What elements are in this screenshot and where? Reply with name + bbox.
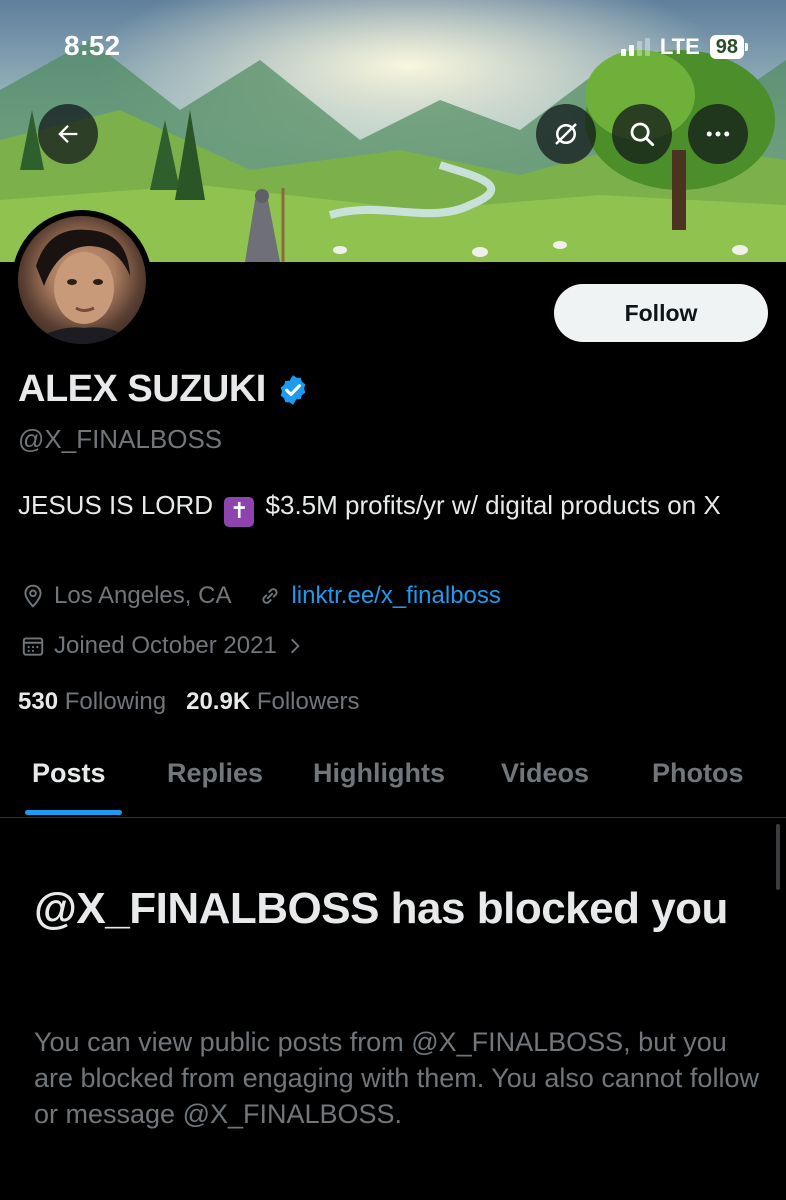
tab-replies[interactable]: Replies [167, 758, 263, 789]
profile-meta-row: Los Angeles, CA linktr.ee/x_finalboss [20, 582, 501, 610]
location-item: Los Angeles, CA [20, 582, 231, 610]
blocked-description: You can view public posts from @X_FINALB… [34, 1027, 759, 1129]
bio-text-2: $3.5M profits/yr w/ digital products on … [265, 490, 721, 520]
location-pin-icon [24, 584, 42, 608]
back-button[interactable] [38, 104, 98, 164]
follow-button[interactable]: Follow [554, 284, 768, 342]
blocked-title: @X_FINALBOSS has blocked you [34, 884, 728, 933]
status-time: 8:52 [64, 30, 121, 61]
more-icon [706, 131, 730, 137]
cross-emoji-icon: ✝ [224, 497, 255, 527]
following-stat[interactable]: 530 Following [18, 688, 166, 716]
avatar[interactable] [12, 210, 152, 350]
profile-name-row: ALEX SUZUKI [18, 368, 310, 411]
battery-level: 98 [709, 35, 744, 59]
followers-stat[interactable]: 20.9K Followers [186, 688, 359, 716]
tab-highlights[interactable]: Highlights [313, 758, 445, 789]
link-icon [262, 588, 278, 604]
verified-badge-icon[interactable] [276, 373, 310, 407]
tab-posts[interactable]: Posts [32, 758, 106, 789]
joined-text: Joined October 2021 [54, 632, 277, 659]
profile-handle: @X_FINALBOSS [18, 424, 223, 454]
active-tab-indicator [25, 810, 122, 815]
display-name: ALEX SUZUKI [18, 368, 266, 410]
tab-videos[interactable]: Videos [501, 758, 589, 789]
joined-row[interactable]: Joined October 2021 [20, 632, 305, 660]
search-button[interactable] [612, 104, 672, 164]
hide-button[interactable] [536, 104, 596, 164]
profile-tabs: Posts Replies Highlights Videos Photos [0, 740, 786, 818]
eye-off-icon [555, 123, 577, 145]
bio-text-1: JESUS IS LORD [18, 490, 214, 520]
calendar-icon [22, 637, 44, 656]
website-item[interactable]: linktr.ee/x_finalboss [257, 582, 501, 610]
location-text: Los Angeles, CA [54, 582, 232, 609]
search-icon [630, 122, 655, 147]
profile-bio: JESUS IS LORD ✝ $3.5M profits/yr w/ digi… [18, 486, 778, 527]
more-button[interactable] [688, 104, 748, 164]
avatar-photo [18, 216, 146, 344]
arrow-left-icon [58, 125, 78, 143]
network-label: LTE [659, 34, 700, 59]
signal-icon [620, 38, 650, 56]
battery-icon: 98 [709, 35, 748, 59]
status-indicators: LTE 98 [620, 34, 748, 60]
tab-photos[interactable]: Photos [652, 758, 744, 789]
follow-stats: 530 Following 20.9K Followers [18, 688, 360, 716]
chevron-right-icon [290, 638, 300, 654]
joined-item[interactable]: Joined October 2021 [20, 632, 305, 660]
website-link[interactable]: linktr.ee/x_finalboss [291, 582, 500, 610]
scrollbar[interactable] [776, 824, 780, 890]
